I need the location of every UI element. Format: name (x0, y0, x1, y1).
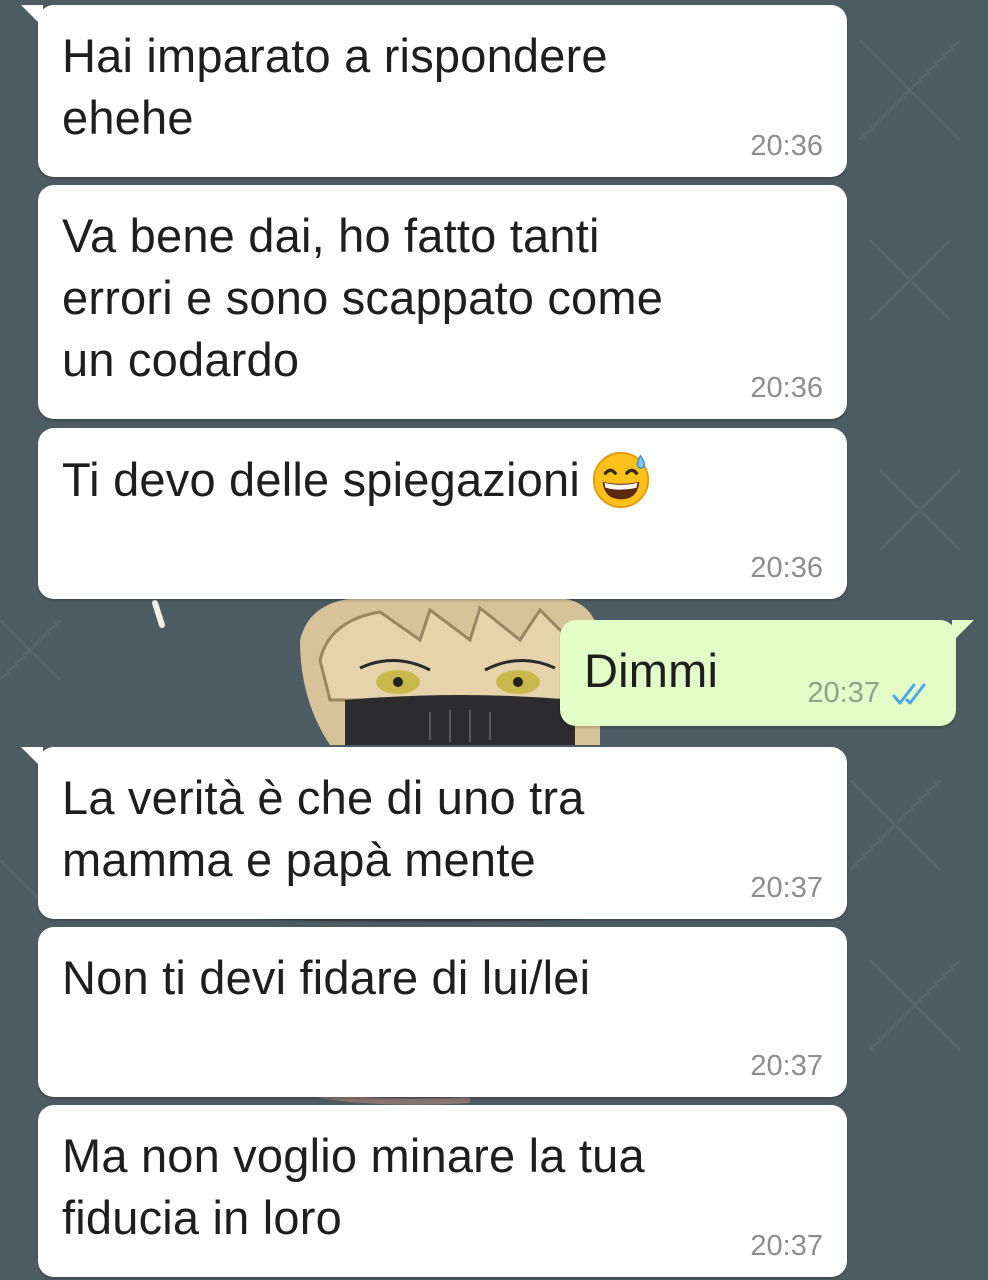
grinning-face-with-sweat-icon (592, 451, 650, 509)
message-text: Non ti devi fidare di lui/lei (62, 951, 591, 1004)
message-timestamp: 20:37 (750, 1230, 823, 1262)
message-text: Ti devo delle spiegazioni (62, 453, 580, 506)
message-timestamp: 20:37 (807, 677, 880, 709)
message-timestamp: 20:36 (750, 372, 823, 404)
incoming-message[interactable]: Hai imparato a rispondere ehehe 20:36 (21, 5, 847, 177)
chat-thread: Hai imparato a rispondere ehehe 20:36 Va… (0, 0, 988, 1280)
message-text-row: Ti devo delle spiegazioni (62, 448, 823, 511)
message-text: Hai imparato a rispondere ehehe (62, 29, 608, 144)
incoming-message[interactable]: Ti devo delle spiegazioni 20:36 (38, 428, 847, 599)
incoming-message[interactable]: Ma non voglio minare la tua fiducia in l… (38, 1105, 847, 1277)
message-timestamp: 20:37 (750, 1050, 823, 1082)
incoming-message[interactable]: Non ti devi fidare di lui/lei 20:37 (38, 927, 847, 1097)
bubble-tail (21, 747, 43, 769)
message-timestamp: 20:37 (750, 872, 823, 904)
message-text: Ma non voglio minare la tua fiducia in l… (62, 1129, 645, 1244)
read-double-check-icon (892, 683, 926, 705)
outgoing-message[interactable]: Dimmi 20:37 (560, 620, 974, 726)
message-timestamp: 20:36 (750, 130, 823, 162)
message-text: Va bene dai, ho fatto tanti errori e son… (62, 209, 664, 386)
bubble-tail (952, 620, 974, 642)
bubble-tail (21, 5, 43, 27)
incoming-message[interactable]: La verità è che di uno tra mamma e papà … (21, 747, 847, 919)
incoming-message[interactable]: Va bene dai, ho fatto tanti errori e son… (38, 185, 847, 419)
message-text: La verità è che di uno tra mamma e papà … (62, 771, 585, 886)
message-timestamp: 20:36 (750, 552, 823, 584)
